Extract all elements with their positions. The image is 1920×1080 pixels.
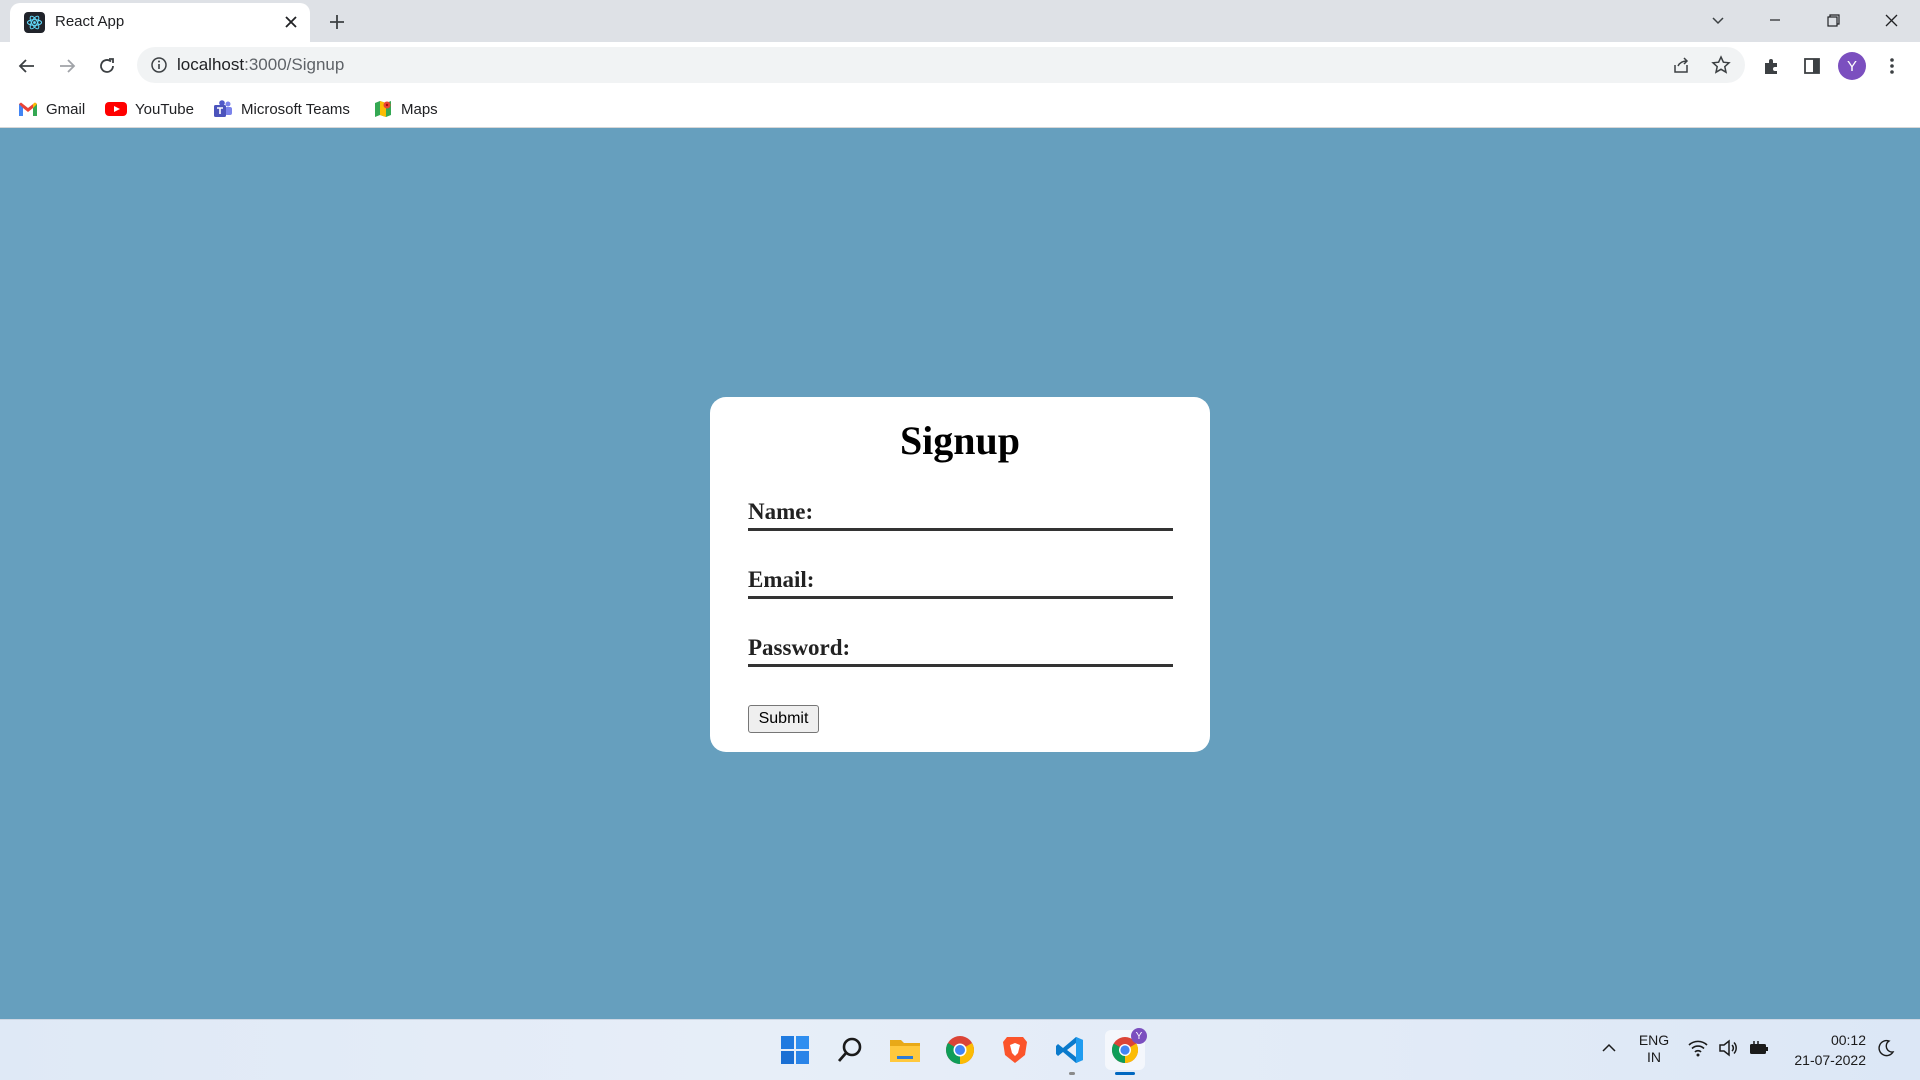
focus-moon-icon[interactable] [1877,1039,1899,1061]
password-field[interactable]: Password: [748,631,1173,667]
taskbar: Y ENG IN 00:12 21-07-2022 [0,1019,1920,1080]
profile-avatar[interactable]: Y [1836,50,1868,82]
new-tab-button[interactable] [324,9,350,35]
language-indicator[interactable]: ENG IN [1636,1032,1672,1066]
browser-tab[interactable]: React App [10,3,310,42]
site-info-icon[interactable] [150,56,168,74]
clock[interactable]: 00:12 21-07-2022 [1782,1030,1866,1070]
more-menu-icon[interactable] [1876,50,1908,82]
vscode-icon[interactable] [1050,1030,1090,1070]
brave-icon[interactable] [995,1030,1035,1070]
bookmark-gmail[interactable]: Gmail [18,98,85,120]
bookmark-youtube[interactable]: YouTube [105,98,194,120]
url-path: :3000/Signup [244,55,345,74]
bookmark-label: Microsoft Teams [241,100,350,118]
restore-icon[interactable] [1810,4,1856,36]
file-explorer-icon[interactable] [885,1030,925,1070]
profile-badge: Y [1131,1028,1147,1044]
close-window-icon[interactable] [1868,4,1914,36]
teams-icon [214,100,232,117]
language-code: ENG [1638,1032,1670,1048]
extensions-icon[interactable] [1756,50,1788,82]
gmail-icon [19,102,37,116]
search-icon[interactable] [830,1030,870,1070]
wifi-icon[interactable] [1688,1039,1710,1061]
url-text[interactable]: localhost:3000/Signup [177,55,344,75]
page-content: Signup Name: Email: Password: Submit [0,129,1920,1019]
back-arrow-icon[interactable] [11,50,43,82]
email-label: Email: [748,567,815,592]
running-indicator [1069,1072,1075,1075]
tab-close-icon[interactable] [280,11,302,33]
address-bar[interactable]: localhost:3000/Signup [137,47,1745,83]
bookmark-microsoft-teams[interactable]: Microsoft Teams [213,98,350,120]
password-label: Password: [748,635,851,660]
submit-button[interactable]: Submit [748,705,819,733]
start-windows-icon[interactable] [775,1030,815,1070]
chevron-up-icon[interactable] [1600,1039,1622,1061]
profile-initial: Y [1838,52,1866,80]
tab-title: React App [55,13,125,30]
name-label: Name: [748,499,814,524]
bookmark-label: YouTube [135,100,194,118]
bookmark-maps[interactable]: Maps [373,98,438,120]
tab-strip: React App [0,0,1920,42]
battery-icon[interactable] [1748,1039,1772,1061]
tab-search-icon[interactable] [1695,4,1741,36]
bookmark-star-icon[interactable] [1711,55,1731,75]
chrome-icon[interactable] [940,1030,980,1070]
clock-time: 00:12 [1830,1032,1866,1048]
youtube-icon [105,102,127,116]
browser-toolbar: localhost:3000/Signup Y [0,42,1920,90]
email-field[interactable]: Email: [748,563,1173,599]
clock-date: 21-07-2022 [1794,1052,1866,1068]
active-indicator [1115,1072,1135,1075]
bookmark-label: Maps [401,100,438,118]
minimize-icon[interactable] [1752,4,1798,36]
url-host: localhost [177,55,245,74]
chrome-profile-icon[interactable]: Y [1105,1028,1147,1070]
share-icon[interactable] [1671,55,1691,75]
forward-arrow-icon[interactable] [51,50,83,82]
reload-icon[interactable] [91,50,123,82]
react-icon [24,12,45,33]
page-title: Signup [899,418,1021,463]
side-panel-icon[interactable] [1796,50,1828,82]
signup-card: Signup Name: Email: Password: Submit [710,397,1210,752]
maps-icon [375,101,391,117]
bookmarks-bar: Gmail YouTube Microsoft Teams Maps [0,90,1920,128]
bookmark-label: Gmail [46,100,86,118]
region-code: IN [1647,1049,1661,1065]
volume-icon[interactable] [1718,1039,1740,1061]
name-field[interactable]: Name: [748,495,1173,531]
